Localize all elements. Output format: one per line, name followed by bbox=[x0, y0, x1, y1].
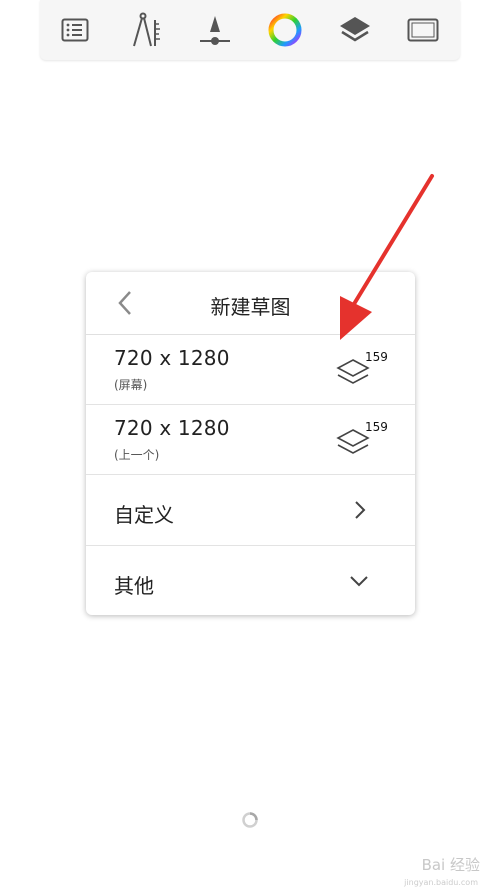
brush-size-icon[interactable] bbox=[195, 8, 235, 52]
watermark-url: jingyan.baidu.com bbox=[404, 878, 478, 887]
list-icon[interactable] bbox=[55, 8, 95, 52]
loading-spinner-icon bbox=[242, 812, 258, 828]
annotation-arrow-icon bbox=[340, 174, 434, 340]
color-wheel-icon[interactable] bbox=[265, 8, 305, 52]
layer-count: 159 bbox=[365, 350, 388, 364]
size-option-previous[interactable]: 720 x 1280 (上一个) 159 bbox=[86, 404, 415, 475]
other-label: 其他 bbox=[114, 574, 154, 598]
chevron-right-icon bbox=[355, 501, 366, 519]
canvas-size: 720 x 1280 bbox=[114, 346, 230, 370]
ruler-compass-icon[interactable] bbox=[128, 8, 168, 52]
layers-icon[interactable] bbox=[335, 8, 375, 52]
size-caption: (上一个) bbox=[114, 448, 160, 462]
frame-icon[interactable] bbox=[403, 8, 443, 52]
layer-count: 159 bbox=[365, 420, 388, 434]
custom-size-option[interactable]: 自定义 bbox=[86, 475, 415, 546]
custom-label: 自定义 bbox=[114, 503, 174, 527]
other-option[interactable]: 其他 bbox=[86, 546, 415, 615]
chevron-down-icon bbox=[350, 576, 368, 587]
top-toolbar bbox=[40, 0, 460, 60]
size-option-screen[interactable]: 720 x 1280 (屏幕) 159 bbox=[86, 334, 415, 405]
canvas-size: 720 x 1280 bbox=[114, 416, 230, 440]
size-caption: (屏幕) bbox=[114, 378, 148, 392]
watermark: Bai 经验 bbox=[421, 856, 480, 874]
